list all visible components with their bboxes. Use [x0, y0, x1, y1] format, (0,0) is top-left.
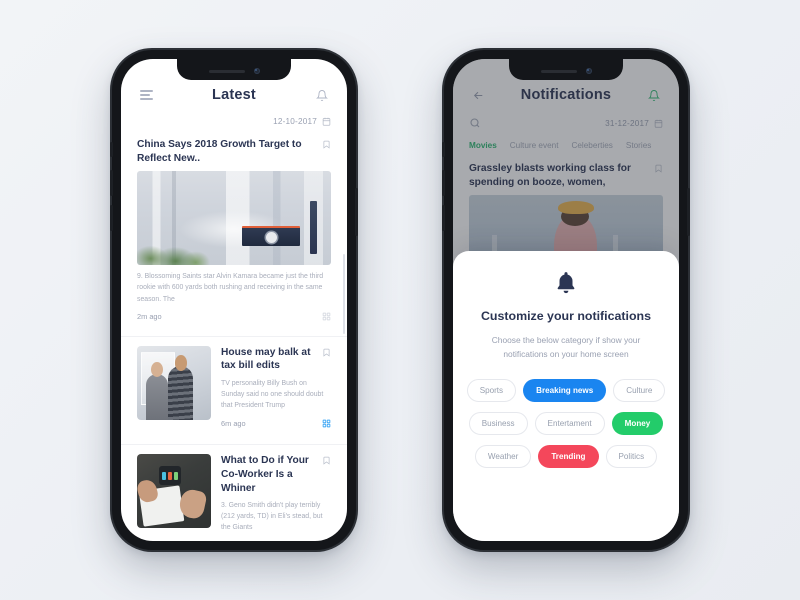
article-title: What to Do if Your Co-Worker Is a Whiner	[221, 455, 309, 494]
article-excerpt: 9. Blossoming Saints star Alvin Kamara b…	[137, 273, 324, 303]
chip-money[interactable]: Money	[611, 412, 664, 436]
earpiece-speaker	[540, 69, 577, 73]
street-sign	[310, 201, 318, 254]
menu-button[interactable]	[137, 86, 155, 104]
article-header: China Says 2018 Growth Target to Reflect…	[137, 138, 331, 165]
article-card-row[interactable]: House may balk at tax bill edits TV pers…	[121, 335, 347, 438]
device-on-table	[159, 466, 182, 486]
device-notch	[177, 59, 291, 80]
article-footer: 6m ago	[221, 419, 331, 428]
person-figure	[168, 354, 194, 420]
chip-weather[interactable]: Weather	[474, 445, 532, 469]
device-volume-up-button	[110, 142, 113, 157]
device-volume-up-button	[442, 142, 445, 157]
chip-culture[interactable]: Culture	[613, 379, 666, 403]
chip-politics[interactable]: Politics	[605, 445, 658, 469]
date-label: 12-10-2017	[273, 117, 317, 126]
bell-filled-icon	[557, 272, 575, 294]
bookmark-icon[interactable]	[322, 347, 331, 358]
share-grid-icon[interactable]	[322, 312, 331, 321]
sheet-title: Customize your notifications	[480, 309, 652, 323]
article-body: What to Do if Your Co-Worker Is a Whiner…	[221, 454, 331, 541]
chip-row: Weather Trending Politics	[467, 445, 665, 469]
chip-row: Sports Breaking news Culture	[466, 379, 666, 403]
bell-icon	[316, 89, 328, 101]
phone-left-device: Latest 12-10-2017 China Says 2018 Growth…	[110, 50, 358, 550]
chip-entertament[interactable]: Entertament	[534, 412, 605, 436]
article-hero-image	[137, 171, 331, 266]
scrollbar[interactable]	[343, 254, 345, 334]
building-banner	[241, 225, 300, 247]
sheet-subtitle: Choose the below category if show your n…	[491, 335, 641, 359]
front-camera	[585, 68, 592, 74]
notifications-button[interactable]	[313, 86, 331, 104]
device-volume-down-button	[110, 205, 113, 231]
front-camera	[253, 68, 260, 74]
chip-breaking-news[interactable]: Breaking news	[523, 379, 607, 403]
article-header: What to Do if Your Co-Worker Is a Whiner	[221, 454, 331, 495]
article-excerpt: TV personality Billy Bush on Sunday said…	[221, 379, 324, 410]
article-timestamp: 2m ago	[137, 311, 162, 321]
article-excerpt: 3. Geno Smith didn't play terribly (212 …	[221, 502, 323, 532]
article-title: China Says 2018 Growth Target to Reflect…	[137, 139, 302, 164]
article-thumbnail	[137, 345, 211, 420]
latest-datebar: 12-10-2017	[121, 109, 347, 134]
bookmark-icon[interactable]	[322, 139, 331, 150]
chip-trending[interactable]: Trending	[538, 445, 599, 469]
article-header: House may balk at tax bill edits	[221, 346, 331, 373]
article-thumbnail	[137, 454, 211, 529]
phone-left-screen: Latest 12-10-2017 China Says 2018 Growth…	[121, 59, 347, 541]
latest-app: Latest 12-10-2017 China Says 2018 Growth…	[121, 59, 347, 541]
phone-right-device: Notifications 31-12-2017 Movies Culture …	[442, 50, 690, 550]
article-title: House may balk at tax bill edits	[221, 346, 311, 372]
screenshot-canvas: Latest 12-10-2017 China Says 2018 Growth…	[0, 0, 800, 600]
article-body: House may balk at tax bill edits TV pers…	[221, 346, 331, 428]
calendar-icon[interactable]	[322, 117, 331, 126]
customize-notifications-sheet: Customize your notifications Choose the …	[453, 251, 679, 541]
article-timestamp: 6m ago	[221, 419, 246, 429]
chip-business[interactable]: Business	[468, 412, 528, 436]
share-grid-icon-active[interactable]	[322, 419, 331, 428]
device-volume-down-button	[442, 205, 445, 231]
phone-right-screen: Notifications 31-12-2017 Movies Culture …	[453, 59, 679, 541]
category-chip-group: Sports Breaking news Culture Business En…	[466, 379, 666, 469]
chip-row: Business Entertament Money	[467, 412, 665, 436]
chip-sports[interactable]: Sports	[466, 379, 517, 403]
article-card-hero[interactable]: China Says 2018 Growth Target to Reflect…	[121, 134, 347, 329]
device-notch	[509, 59, 623, 80]
article-feed[interactable]: China Says 2018 Growth Target to Reflect…	[121, 134, 347, 541]
person-figure	[145, 361, 169, 420]
article-card-row[interactable]: What to Do if Your Co-Worker Is a Whiner…	[121, 444, 347, 541]
article-footer: 2m ago	[137, 312, 331, 329]
bookmark-icon[interactable]	[322, 455, 331, 466]
page-title: Latest	[212, 87, 256, 103]
hamburger-icon	[139, 90, 153, 100]
earpiece-speaker	[208, 69, 245, 73]
